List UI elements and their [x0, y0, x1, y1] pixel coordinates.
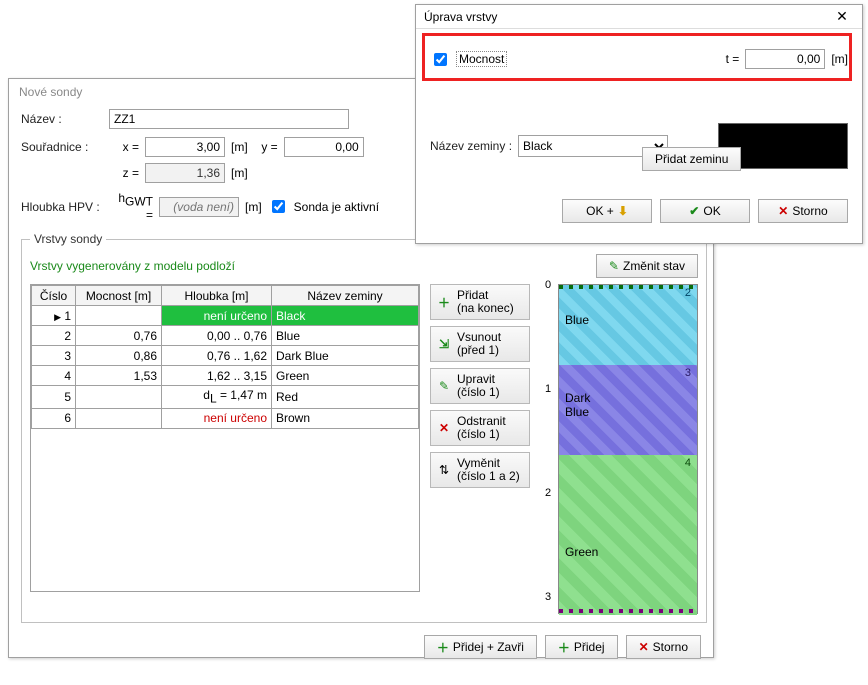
- add-layer-button[interactable]: ＋ Přidat(na konec): [430, 284, 530, 320]
- soil-column-view: 0 1 2 3 2 Blue 3 Dark Blue: [558, 284, 698, 614]
- arrow-down-icon: ⬇: [618, 204, 628, 218]
- check-icon: ✔: [689, 204, 699, 218]
- add-close-button[interactable]: ＋Přidej + Zavři: [424, 635, 537, 659]
- close-icon[interactable]: ✕: [828, 8, 856, 25]
- y-input[interactable]: [284, 137, 364, 157]
- table-row[interactable]: ▶ 1není určenoBlack: [32, 306, 419, 326]
- ok-plus-button[interactable]: OK +⬇: [562, 199, 652, 223]
- soil-layer-green: 4 Green: [559, 455, 697, 615]
- z-label: z =: [109, 166, 139, 180]
- soil-layer-blue: 2 Blue: [559, 285, 697, 365]
- plus-icon: ＋: [437, 294, 451, 311]
- coord-label: Souřadnice :: [21, 140, 103, 154]
- close-icon: ✕: [639, 640, 649, 654]
- z-unit: [m]: [231, 166, 248, 180]
- pencil-icon: ✎: [437, 379, 451, 393]
- col-soil: Název zeminy: [272, 286, 419, 306]
- add-soil-button[interactable]: Přidat zeminu: [642, 147, 741, 171]
- col-depth: Hloubka [m]: [162, 286, 272, 306]
- dialog-title: Úprava vrstvy: [422, 10, 497, 24]
- col-num: Číslo: [32, 286, 76, 306]
- plus-icon: ＋: [437, 639, 449, 656]
- x-input[interactable]: [145, 137, 225, 157]
- y-label: y =: [254, 140, 278, 154]
- soil-name-label: Název zeminy :: [430, 139, 512, 153]
- active-label: Sonda je aktivní: [294, 200, 379, 214]
- hgwt-label: hGWT =: [109, 191, 153, 222]
- layers-fieldset: Vrstvy sondy Vrstvy vygenerovány z model…: [21, 232, 707, 623]
- thickness-label: Mocnost: [456, 51, 507, 67]
- swap-icon: ⇅: [437, 463, 451, 477]
- close-icon: ✕: [778, 204, 788, 218]
- col-thick: Mocnost [m]: [76, 286, 162, 306]
- pencil-icon: ✎: [609, 259, 619, 273]
- remove-icon: ✕: [437, 421, 451, 435]
- table-row[interactable]: 6není určenoBrown: [32, 408, 419, 428]
- cancel-button[interactable]: ✕Storno: [626, 635, 701, 659]
- hgwt-unit: [m]: [245, 200, 262, 214]
- thickness-input[interactable]: [745, 49, 825, 69]
- hgwt-input[interactable]: [159, 197, 239, 217]
- change-state-button[interactable]: ✎ Změnit stav: [596, 254, 698, 278]
- thickness-checkbox[interactable]: [434, 53, 447, 66]
- layers-legend: Vrstvy sondy: [30, 232, 106, 246]
- layers-table[interactable]: Číslo Mocnost [m] Hloubka [m] Název zemi…: [31, 285, 419, 428]
- swap-layer-button[interactable]: ⇅ Vyměnit(číslo 1 a 2): [430, 452, 530, 488]
- insert-layer-button[interactable]: ⇲ Vsunout(před 1): [430, 326, 530, 362]
- x-label: x =: [109, 140, 139, 154]
- insert-icon: ⇲: [437, 337, 451, 351]
- name-input[interactable]: [109, 109, 349, 129]
- plus-icon: ＋: [558, 639, 570, 656]
- x-unit: [m]: [231, 140, 248, 154]
- soil-layer-darkblue: 3 Dark Blue: [559, 365, 697, 455]
- edit-layer-button[interactable]: ✎ Upravit(číslo 1): [430, 368, 530, 404]
- ok-button[interactable]: ✔OK: [660, 199, 750, 223]
- active-checkbox[interactable]: [272, 200, 285, 213]
- generated-text: Vrstvy vygenerovány z modelu podloží: [30, 259, 235, 273]
- table-row[interactable]: 41,531,62 .. 3,15Green: [32, 366, 419, 386]
- z-input[interactable]: [145, 163, 225, 183]
- cancel-button[interactable]: ✕Storno: [758, 199, 848, 223]
- add-button[interactable]: ＋Přidej: [545, 635, 618, 659]
- table-row[interactable]: 5dL = 1,47 mRed: [32, 386, 419, 408]
- hpv-label: Hloubka HPV :: [21, 200, 103, 214]
- table-row[interactable]: 30,860,76 .. 1,62Dark Blue: [32, 346, 419, 366]
- t-unit: [m]: [831, 52, 848, 66]
- t-label: t =: [726, 52, 740, 66]
- edit-layer-dialog: Úprava vrstvy ✕ Mocnost t = [m] Název ze…: [415, 4, 863, 244]
- remove-layer-button[interactable]: ✕ Odstranit(číslo 1): [430, 410, 530, 446]
- name-label: Název :: [21, 112, 103, 126]
- table-row[interactable]: 20,760,00 .. 0,76Blue: [32, 326, 419, 346]
